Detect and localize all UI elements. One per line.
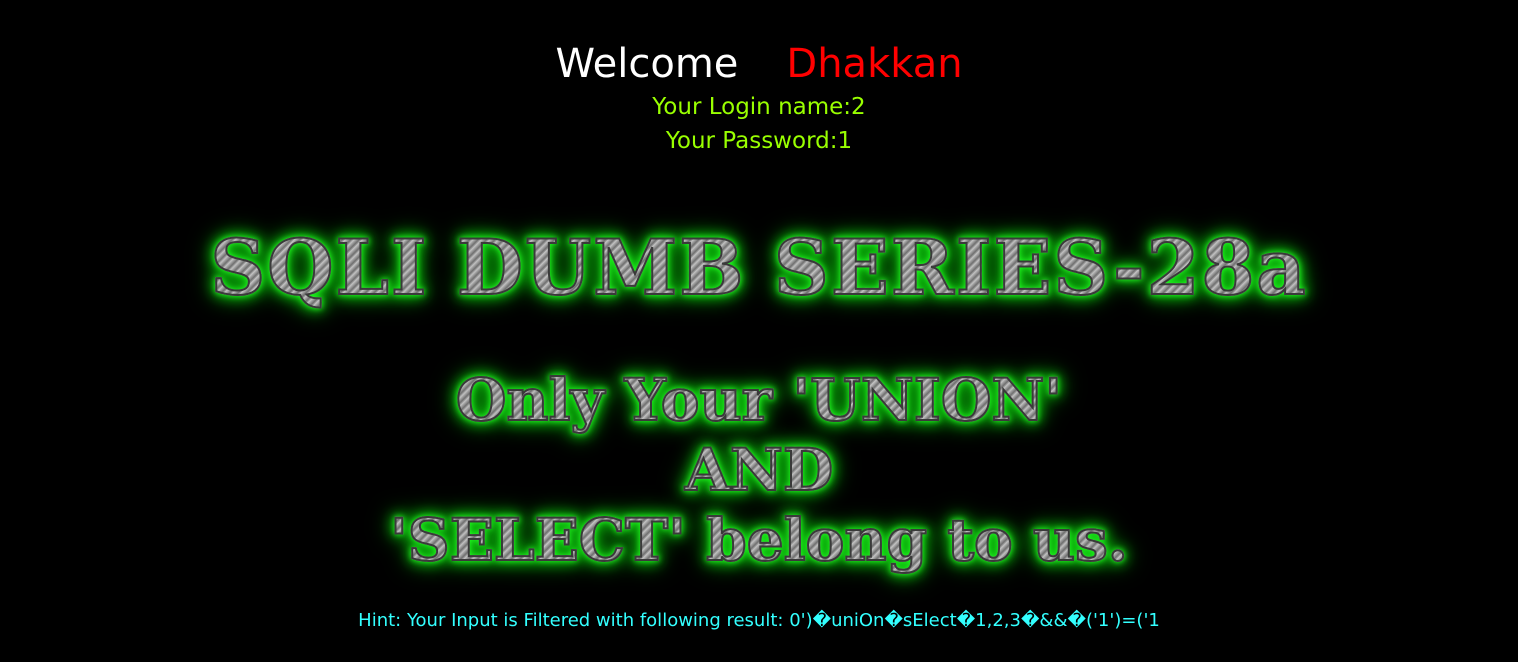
slogan-line-1: Only Your 'UNION' xyxy=(0,365,1518,435)
page: Welcome Dhakkan Your Login name:2 Your Pa… xyxy=(0,0,1518,662)
series-title-banner: SQLI DUMB SERIES-28a xyxy=(0,220,1518,316)
slogan-line-3: 'SELECT' belong to us. xyxy=(0,505,1518,575)
welcome-line: Welcome Dhakkan xyxy=(0,40,1518,88)
user-name: Dhakkan xyxy=(786,41,963,87)
slogan-line-2: AND xyxy=(0,435,1518,505)
welcome-text: Welcome xyxy=(555,41,739,87)
password-text: Your Password:1 xyxy=(665,128,853,154)
login-name-text: Your Login name:2 xyxy=(652,94,866,120)
hint-text: Hint: Your Input is Filtered with follow… xyxy=(358,610,1160,631)
